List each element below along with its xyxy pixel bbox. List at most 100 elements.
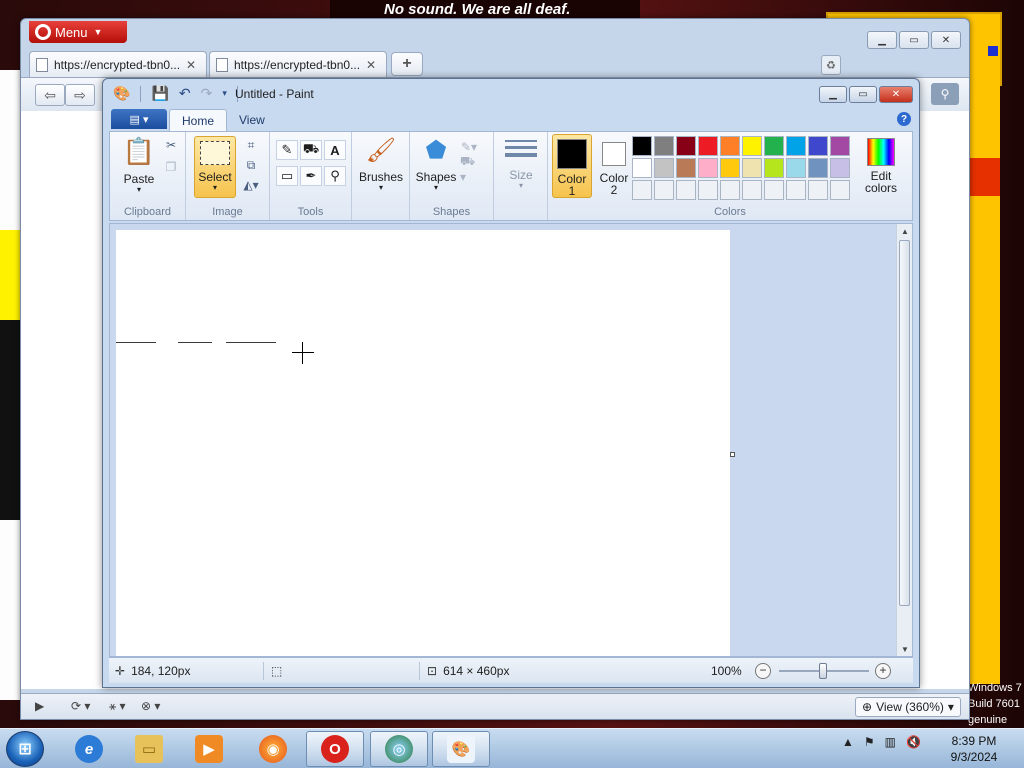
forward-button[interactable]: ⇨ [65, 84, 95, 106]
edit-colors-button[interactable]: Edit colors [856, 134, 906, 198]
magnifier-icon[interactable]: ⚲ [324, 166, 346, 186]
redo-icon[interactable]: ↷ [201, 85, 213, 102]
palette-swatch[interactable] [764, 180, 784, 200]
palette-swatch[interactable] [632, 180, 652, 200]
search-icon[interactable]: ⚲ [931, 83, 959, 105]
palette-swatch[interactable] [654, 180, 674, 200]
opera-menu-button[interactable]: Menu ▼ [29, 21, 127, 43]
minimize-button[interactable]: ▁ [819, 86, 847, 103]
taskbar-internet-explorer[interactable]: e [60, 731, 118, 767]
network-icon[interactable]: ▥ [885, 735, 896, 749]
palette-swatch[interactable] [808, 136, 828, 156]
taskbar-firefox[interactable]: ◉ [244, 731, 302, 767]
close-icon[interactable]: ✕ [186, 58, 196, 72]
palette-swatch[interactable] [698, 180, 718, 200]
text-icon[interactable]: A [324, 140, 346, 160]
eraser-icon[interactable]: ▭ [276, 166, 298, 186]
browser-tab[interactable]: https://encrypted-tbn0... ✕ [29, 51, 207, 77]
palette-swatch[interactable] [676, 136, 696, 156]
taskbar-network[interactable]: ◎ [370, 731, 428, 767]
zoom-slider-thumb[interactable] [819, 663, 827, 679]
zoom-in-button[interactable]: + [875, 663, 891, 679]
size-button[interactable]: Size ▾ [500, 136, 542, 198]
drawing-canvas[interactable] [116, 230, 730, 656]
trash-icon[interactable]: ♻ [821, 55, 841, 75]
scroll-down-icon[interactable]: ▼ [897, 642, 912, 656]
palette-swatch[interactable] [742, 158, 762, 178]
paint-app-icon[interactable]: 🎨 [113, 85, 130, 102]
palette-swatch[interactable] [764, 158, 784, 178]
color1-button[interactable]: Color 1 [552, 134, 592, 198]
canvas-resize-handle[interactable] [730, 452, 735, 457]
taskbar-opera[interactable]: O [306, 731, 364, 767]
save-icon[interactable]: 💾 [151, 85, 168, 102]
pencil-icon[interactable]: ✎ [276, 140, 298, 160]
fill-icon[interactable]: ⛟ [300, 140, 322, 160]
color-picker-icon[interactable]: ✒ [300, 166, 322, 186]
taskbar-paint[interactable]: 🎨 [432, 731, 490, 767]
palette-swatch[interactable] [632, 158, 652, 178]
new-tab-button[interactable]: + [391, 52, 423, 76]
maximize-button[interactable]: ▭ [899, 31, 929, 49]
palette-swatch[interactable] [632, 136, 652, 156]
taskbar-explorer[interactable]: ▭ [120, 731, 178, 767]
show-hidden-icons-icon[interactable]: ▲ [842, 735, 854, 749]
palette-swatch[interactable] [676, 158, 696, 178]
palette-swatch[interactable] [808, 158, 828, 178]
palette-swatch[interactable] [786, 180, 806, 200]
zoom-view-button[interactable]: ⊕ View (360%) ▾ [855, 697, 961, 717]
zoom-out-button[interactable]: − [755, 663, 771, 679]
crop-icon[interactable]: ⌗ [242, 136, 260, 154]
palette-swatch[interactable] [720, 136, 740, 156]
color2-button[interactable]: Color 2 [594, 134, 634, 198]
palette-swatch[interactable] [742, 136, 762, 156]
system-clock[interactable]: 8:39 PM 9/3/2024 [934, 733, 1014, 765]
browser-tab[interactable]: https://encrypted-tbn0... ✕ [209, 51, 387, 77]
scroll-up-icon[interactable]: ▲ [897, 224, 912, 238]
tab-home[interactable]: Home [169, 109, 228, 131]
palette-swatch[interactable] [786, 136, 806, 156]
chevron-down-icon[interactable]: ▾ [222, 88, 227, 99]
start-button[interactable]: ⊞ [6, 731, 44, 767]
help-icon[interactable]: ? [897, 112, 911, 126]
volume-muted-icon[interactable]: 🔇 [906, 735, 921, 749]
palette-swatch[interactable] [764, 136, 784, 156]
flag-icon[interactable]: ⚑ [864, 735, 875, 749]
palette-swatch[interactable] [830, 180, 850, 200]
select-button[interactable]: Select ▾ [194, 136, 236, 198]
palette-swatch[interactable] [698, 158, 718, 178]
taskbar-media-player[interactable]: ▶ [180, 731, 238, 767]
file-menu-button[interactable]: ▤ ▾ [111, 109, 167, 129]
palette-swatch[interactable] [830, 136, 850, 156]
sync-icon[interactable]: ⟳ ▾ [71, 699, 90, 713]
paste-button[interactable]: 📋 Paste ▾ [118, 136, 160, 198]
close-button[interactable]: ✕ [879, 86, 913, 103]
back-button[interactable]: ⇦ [35, 84, 65, 106]
resize-icon[interactable]: ⧉ [242, 156, 260, 174]
palette-swatch[interactable] [676, 180, 696, 200]
panel-toggle-icon[interactable]: ▶ [35, 699, 44, 713]
shapes-button[interactable]: ⬟ Shapes ▾ [414, 136, 458, 198]
palette-swatch[interactable] [720, 158, 740, 178]
palette-swatch[interactable] [742, 180, 762, 200]
palette-swatch[interactable] [808, 180, 828, 200]
palette-swatch[interactable] [654, 136, 674, 156]
vertical-scrollbar[interactable]: ▲ ▼ [896, 224, 912, 656]
palette-swatch[interactable] [654, 158, 674, 178]
undo-icon[interactable]: ↶ [179, 85, 191, 102]
close-button[interactable]: ✕ [931, 31, 961, 49]
rotate-icon[interactable]: ◭▾ [242, 176, 260, 194]
cut-icon[interactable]: ✂ [162, 136, 180, 154]
brushes-button[interactable]: 🖌 Brushes ▾ [358, 136, 404, 198]
copy-icon[interactable]: ❐ [162, 158, 180, 176]
fill-style-icon[interactable]: ⛟▾ [460, 154, 478, 184]
palette-swatch[interactable] [830, 158, 850, 178]
block-icon[interactable]: ⊗ ▾ [141, 699, 160, 713]
palette-swatch[interactable] [786, 158, 806, 178]
maximize-button[interactable]: ▭ [849, 86, 877, 103]
share-icon[interactable]: ⚹ ▾ [109, 699, 126, 714]
palette-swatch[interactable] [720, 180, 740, 200]
minimize-button[interactable]: ▁ [867, 31, 897, 49]
scrollbar-thumb[interactable] [899, 240, 910, 606]
tab-view[interactable]: View [227, 109, 277, 131]
